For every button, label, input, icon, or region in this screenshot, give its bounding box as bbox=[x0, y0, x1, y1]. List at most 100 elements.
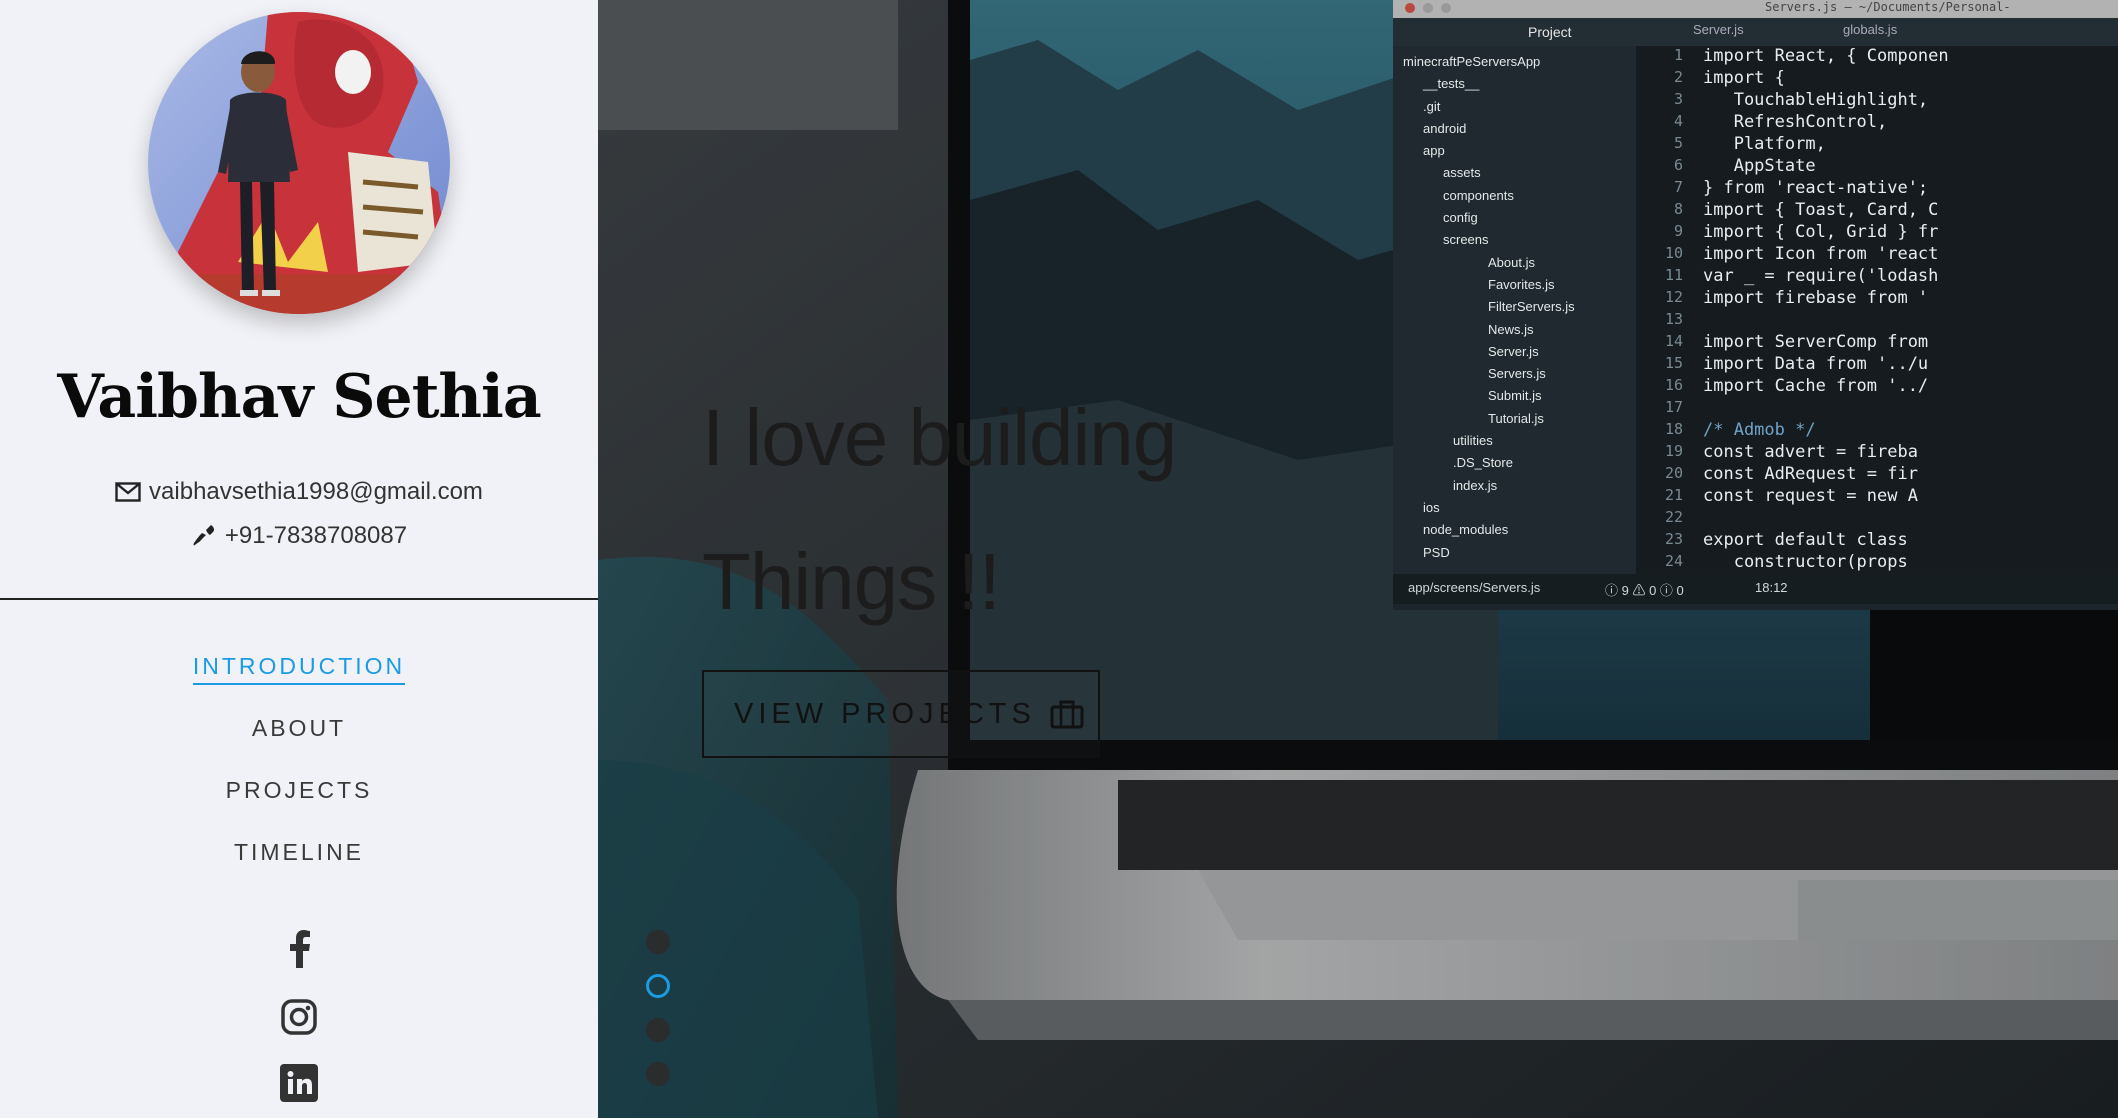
file-tree-item[interactable]: .git bbox=[1393, 99, 1636, 121]
file-tree-item[interactable]: utilities bbox=[1393, 433, 1636, 455]
code-content: import React, { Componen import { Touchab… bbox=[1703, 46, 2118, 574]
email-text[interactable]: vaibhavsethia1998@gmail.com bbox=[149, 478, 483, 506]
instagram-link[interactable] bbox=[0, 998, 598, 1040]
envelope-icon bbox=[115, 482, 141, 502]
line-number: 3 bbox=[1673, 90, 1683, 108]
line-number-gutter: 1 2 3 4 5 6 7 8 9 10 11 12 13 14 15 16 17 18 19 20 21 22 23 24 bbox=[1643, 46, 1683, 574]
file-tree-item[interactable]: app bbox=[1393, 143, 1636, 165]
file-tree-item[interactable]: __tests__ bbox=[1393, 76, 1636, 98]
nav-item-introduction[interactable]: INTRODUCTION bbox=[0, 646, 598, 708]
file-tree-item[interactable]: components bbox=[1393, 188, 1636, 210]
file-tree-item[interactable]: screens bbox=[1393, 232, 1636, 254]
code-line: /* Admob */ bbox=[1703, 420, 1816, 440]
slide-dot-3[interactable] bbox=[646, 1018, 670, 1042]
view-projects-button[interactable]: VIEW PROJECTS bbox=[702, 670, 1100, 758]
line-number: 14 bbox=[1664, 332, 1683, 350]
line-number: 17 bbox=[1664, 398, 1683, 416]
line-number: 15 bbox=[1664, 354, 1683, 372]
editor-tab-server[interactable]: Server.js bbox=[1693, 22, 1744, 37]
code-line: constructor(props bbox=[1703, 552, 1908, 572]
line-number: 23 bbox=[1664, 530, 1683, 548]
nav-item-projects[interactable]: PROJECTS bbox=[0, 770, 598, 832]
file-tree-item[interactable]: ios bbox=[1393, 500, 1636, 522]
slide-dot-2[interactable] bbox=[646, 974, 670, 998]
line-number: 12 bbox=[1664, 288, 1683, 306]
facebook-link[interactable] bbox=[0, 930, 598, 972]
profile-photo bbox=[148, 12, 450, 314]
status-time: 18:12 bbox=[1755, 580, 1788, 595]
line-number: 7 bbox=[1673, 178, 1683, 196]
file-tree-item[interactable]: FilterServers.js bbox=[1393, 299, 1636, 321]
line-number: 2 bbox=[1673, 68, 1683, 86]
code-line: const request = new A bbox=[1703, 486, 1918, 506]
profile-name: Vaibhav Sethia bbox=[57, 362, 541, 432]
code-line: TouchableHighlight, bbox=[1703, 90, 1929, 110]
line-number: 24 bbox=[1664, 552, 1683, 570]
window-title: Servers.js — ~/Documents/Personal- bbox=[1765, 0, 2011, 14]
linkedin-link[interactable] bbox=[0, 1064, 598, 1106]
line-number: 10 bbox=[1664, 244, 1683, 262]
briefcase-icon bbox=[1050, 700, 1084, 729]
file-tree-item[interactable]: About.js bbox=[1393, 255, 1636, 277]
nav-item-timeline[interactable]: TIMELINE bbox=[0, 832, 598, 894]
file-tree-item[interactable]: Servers.js bbox=[1393, 366, 1636, 388]
facebook-icon[interactable] bbox=[287, 930, 311, 968]
line-number: 6 bbox=[1673, 156, 1683, 174]
phone-icon bbox=[193, 525, 214, 546]
file-tree-item[interactable]: node_modules bbox=[1393, 522, 1636, 544]
file-tree-item[interactable]: .DS_Store bbox=[1393, 455, 1636, 477]
line-number: 19 bbox=[1664, 442, 1683, 460]
code-line: } from 'react-native'; bbox=[1703, 178, 1929, 198]
slide-dot-4[interactable] bbox=[646, 1062, 670, 1086]
hero-headline-line2: Things !! bbox=[702, 537, 1001, 626]
hero-section: Servers.js — ~/Documents/Personal- Proje… bbox=[598, 0, 2118, 1118]
file-tree-item[interactable]: Favorites.js bbox=[1393, 277, 1636, 299]
line-number: 13 bbox=[1664, 310, 1683, 328]
phone-text[interactable]: +91-7838708087 bbox=[225, 522, 407, 550]
sidebar-divider bbox=[0, 598, 598, 600]
status-path: app/screens/Servers.js bbox=[1408, 580, 1541, 595]
phone-row: +91-7838708087 bbox=[0, 522, 598, 550]
line-number: 20 bbox=[1664, 464, 1683, 482]
file-tree-item[interactable]: News.js bbox=[1393, 322, 1636, 344]
avatar bbox=[148, 12, 450, 314]
line-number: 22 bbox=[1664, 508, 1683, 526]
line-number: 4 bbox=[1673, 112, 1683, 130]
slide-dot-1[interactable] bbox=[646, 930, 670, 954]
code-line: const advert = fireba bbox=[1703, 442, 1918, 462]
file-tree-item[interactable]: Tutorial.js bbox=[1393, 411, 1636, 433]
line-number: 5 bbox=[1673, 134, 1683, 152]
instagram-icon[interactable] bbox=[280, 998, 318, 1036]
editor-tab-globals[interactable]: globals.js bbox=[1843, 22, 1897, 37]
project-panel-title: Project bbox=[1528, 24, 1572, 40]
code-line: import Icon from 'react bbox=[1703, 244, 1939, 264]
line-number: 8 bbox=[1673, 200, 1683, 218]
code-line: import ServerComp from bbox=[1703, 332, 1929, 352]
view-projects-label: VIEW PROJECTS bbox=[734, 697, 1036, 730]
code-line: import { Col, Grid } fr bbox=[1703, 222, 1939, 242]
code-line: import { bbox=[1703, 68, 1785, 88]
line-number: 18 bbox=[1664, 420, 1683, 438]
code-line: import React, { Componen bbox=[1703, 46, 1949, 66]
section-nav: INTRODUCTION ABOUT PROJECTS TIMELINE bbox=[0, 646, 598, 894]
file-tree-item[interactable]: PSD bbox=[1393, 545, 1636, 567]
file-tree: minecraftPeServersApp __tests__ .git androi… bbox=[1393, 54, 1636, 567]
line-number: 16 bbox=[1664, 376, 1683, 394]
code-line: export default class bbox=[1703, 530, 1908, 550]
hero-headline-line1: I love building bbox=[702, 393, 1177, 482]
file-tree-item[interactable]: assets bbox=[1393, 165, 1636, 187]
file-tree-item[interactable]: index.js bbox=[1393, 478, 1636, 500]
file-tree-item[interactable]: Submit.js bbox=[1393, 388, 1636, 410]
file-tree-item[interactable]: config bbox=[1393, 210, 1636, 232]
file-tree-item[interactable]: Server.js bbox=[1393, 344, 1636, 366]
nav-item-about[interactable]: ABOUT bbox=[0, 708, 598, 770]
code-line: Platform, bbox=[1703, 134, 1826, 154]
file-tree-item[interactable]: minecraftPeServersApp bbox=[1393, 54, 1636, 76]
file-tree-item[interactable]: android bbox=[1393, 121, 1636, 143]
code-line: import { Toast, Card, C bbox=[1703, 200, 1939, 220]
sidebar: Vaibhav Sethia vaibhavsethia1998@gmail.c… bbox=[0, 0, 598, 1118]
linkedin-icon[interactable] bbox=[280, 1064, 318, 1102]
